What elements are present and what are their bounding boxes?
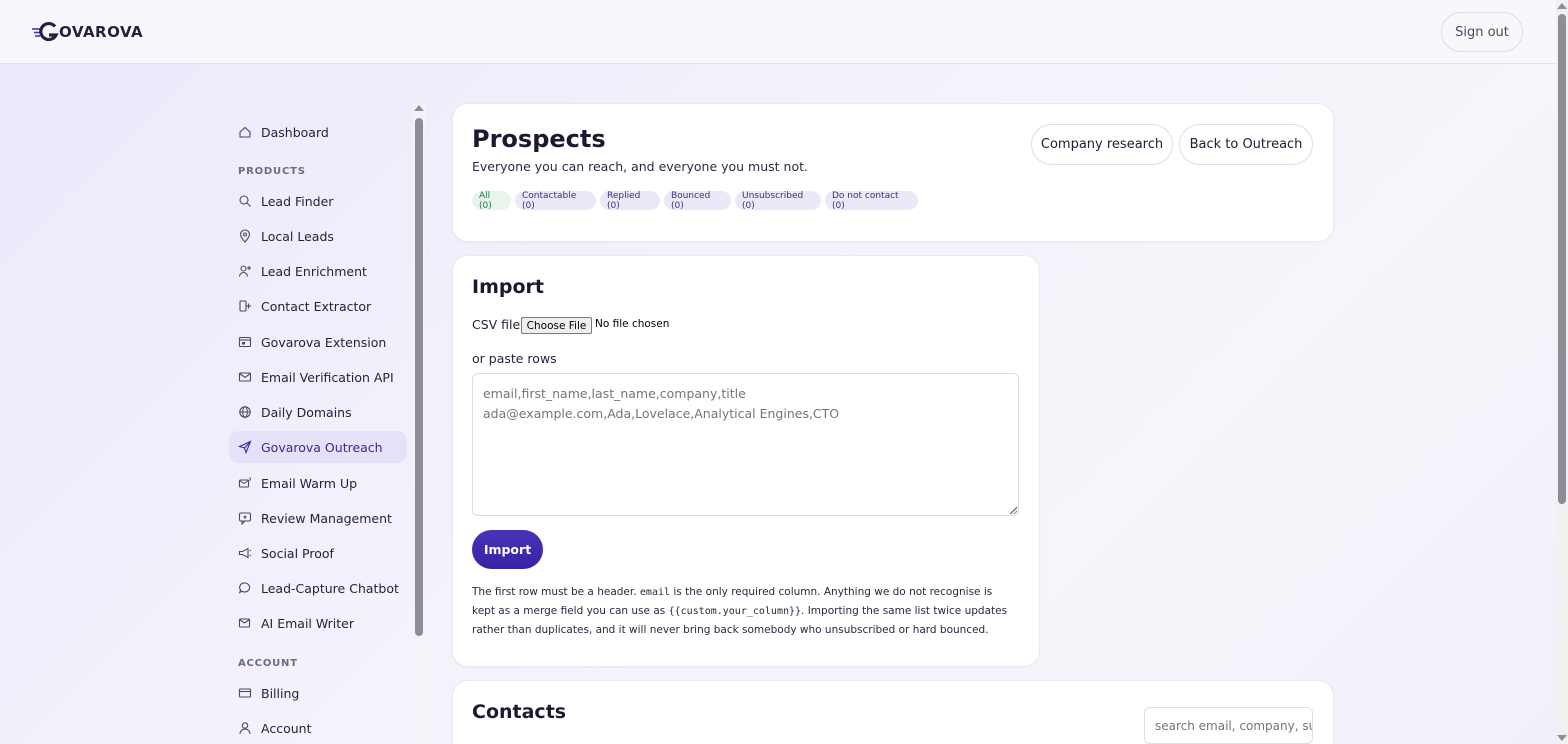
search-person-icon	[239, 195, 251, 207]
chat-icon	[238, 582, 251, 594]
sidebar-item-lead-capture-chatbot[interactable]: Lead-Capture Chatbot	[229, 572, 407, 604]
filter-replied[interactable]: Replied (0)	[600, 191, 660, 211]
sidebar-item-lead-enrichment[interactable]: Lead Enrichment	[229, 255, 407, 287]
import-button[interactable]: Import	[472, 530, 543, 569]
page-scroll-thumb[interactable]	[1558, 14, 1566, 504]
filter-unsubscribed[interactable]: Unsubscribed (0)	[735, 191, 821, 211]
sidebar-item-label: Dashboard	[261, 124, 329, 140]
sidebar-item-label: Govarova Extension	[261, 334, 387, 350]
sidebar-item-daily-domains[interactable]: Daily Domains	[229, 396, 407, 428]
logo-icon	[32, 20, 60, 44]
sidebar-item-govarova-outreach[interactable]: Govarova Outreach	[229, 431, 407, 463]
page-scroll-up-arrow[interactable]	[1557, 3, 1567, 9]
top-bar: OVAROVA Sign out	[0, 0, 1556, 64]
page-title: Prospects	[472, 125, 606, 153]
sidebar-item-label: Lead-Capture Chatbot	[261, 580, 399, 596]
sidebar-item-label: Review Management	[261, 510, 392, 526]
filter-all[interactable]: All (0)	[472, 191, 511, 211]
extract-icon	[239, 300, 251, 312]
account-section-heading: ACCOUNT	[238, 658, 298, 669]
help-code-email: email	[639, 587, 671, 598]
help-text-1: The first row must be a header.	[472, 586, 640, 598]
filter-contactable[interactable]: Contactable (0)	[515, 191, 596, 211]
sidebar-item-label: Local Leads	[261, 228, 334, 244]
mail-pen-icon	[238, 618, 251, 628]
logo[interactable]: OVAROVA	[32, 20, 143, 44]
mail-fire-icon	[238, 477, 251, 488]
home-icon	[239, 126, 251, 138]
filter-do-not-contact[interactable]: Do not contact (0)	[825, 191, 918, 211]
sidebar-item-label: AI Email Writer	[261, 615, 355, 631]
sidebar-item-local-leads[interactable]: Local Leads	[229, 220, 407, 252]
sidebar-item-lead-finder[interactable]: Lead Finder	[229, 185, 407, 217]
sidebar-item-review-management[interactable]: Review Management	[229, 502, 407, 534]
browser-icon	[238, 336, 252, 348]
mail-check-icon	[238, 372, 252, 382]
resize-grip-icon[interactable]	[1010, 507, 1018, 515]
contacts-title: Contacts	[472, 701, 567, 723]
sidebar-item-label: Billing	[261, 685, 300, 701]
import-help-text: The first row must be a header. email is…	[472, 583, 1017, 639]
paste-rows-label: or paste rows	[472, 351, 557, 366]
import-title: Import	[472, 276, 544, 298]
filter-bounced[interactable]: Bounced (0)	[664, 191, 731, 211]
sidebar-item-label: Govarova Outreach	[261, 439, 383, 455]
help-code-custom: {{custom.your_column}}	[668, 606, 802, 617]
sidebar-item-label: Lead Enrichment	[261, 263, 367, 279]
sidebar-item-dashboard[interactable]: Dashboard	[229, 116, 407, 148]
page-subtitle: Everyone you can reach, and everyone you…	[472, 159, 808, 174]
send-icon	[238, 440, 252, 454]
logo-text: OVAROVA	[59, 23, 144, 41]
globe-icon	[239, 406, 251, 418]
sidebar-item-label: Daily Domains	[261, 404, 352, 420]
company-research-button[interactable]: Company research	[1031, 124, 1173, 165]
sidebar-item-govarova-extension[interactable]: Govarova Extension	[229, 326, 407, 358]
sidebar-item-ai-email-writer[interactable]: AI Email Writer	[229, 607, 407, 639]
products-section-heading: PRODUCTS	[238, 166, 306, 177]
sidebar-item-label: Account	[261, 720, 312, 736]
sidebar-item-social-proof[interactable]: Social Proof	[229, 537, 407, 569]
sidebar-scroll-up-arrow[interactable]	[414, 105, 424, 111]
review-icon	[238, 512, 252, 525]
sidebar-item-account[interactable]: Account	[229, 712, 407, 744]
sidebar-scroll-thumb[interactable]	[415, 118, 423, 636]
map-pin-icon	[239, 229, 251, 243]
sidebar-item-billing[interactable]: Billing	[229, 677, 407, 709]
sidebar-item-contact-extractor[interactable]: Contact Extractor	[229, 290, 407, 322]
sign-out-button[interactable]: Sign out	[1441, 12, 1523, 52]
page-scroll-down-arrow[interactable]	[1557, 735, 1567, 741]
sidebar-item-label: Social Proof	[261, 545, 334, 561]
megaphone-icon	[238, 547, 252, 559]
user-icon	[239, 722, 251, 735]
sidebar-item-email-verification-api[interactable]: Email Verification API	[229, 361, 407, 393]
paste-rows-textarea[interactable]	[472, 373, 1019, 516]
credit-card-icon	[238, 688, 252, 698]
sidebar-item-label: Contact Extractor	[261, 298, 372, 314]
csv-file-label: CSV file	[472, 317, 521, 332]
contacts-search-input[interactable]	[1144, 707, 1313, 744]
sidebar-item-label: Email Warm Up	[261, 475, 358, 491]
back-to-outreach-button[interactable]: Back to Outreach	[1179, 124, 1313, 165]
sidebar-item-label: Lead Finder	[261, 193, 334, 209]
choose-file-button[interactable]: Choose File	[521, 317, 592, 334]
sidebar-item-label: Email Verification API	[261, 369, 394, 385]
sidebar-item-email-warm-up[interactable]: Email Warm Up	[229, 467, 407, 499]
user-plus-icon	[238, 265, 251, 277]
no-file-chosen-text: No file chosen	[595, 318, 670, 330]
